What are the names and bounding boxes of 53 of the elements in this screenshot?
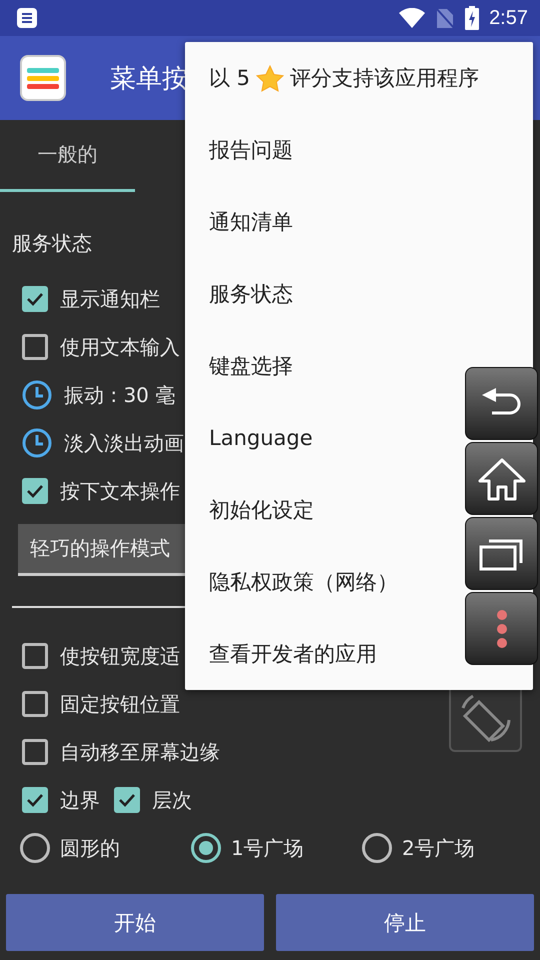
app-title: 菜单按 (110, 62, 188, 96)
checkbox[interactable] (22, 643, 48, 669)
menu-item[interactable]: 报告问题 (185, 114, 293, 186)
option-label: 使用文本输入 (60, 334, 180, 360)
checkbox[interactable] (22, 286, 48, 312)
menu-item[interactable]: Language (185, 402, 313, 474)
option-label: 显示通知栏 (60, 286, 160, 312)
option-label: 边界 (60, 786, 100, 814)
option-label: 使按钮宽度适 (60, 642, 180, 670)
menu-item[interactable]: 服务状态 (185, 258, 293, 330)
more-icon (496, 608, 508, 648)
action-button[interactable]: 停止 (276, 894, 534, 951)
notification-icon (16, 7, 38, 29)
checkbox[interactable] (22, 787, 48, 813)
windows-icon (478, 536, 524, 570)
checkbox[interactable] (22, 691, 48, 717)
option-label: 自动移至屏幕边缘 (60, 738, 220, 766)
checkbox[interactable] (22, 478, 48, 504)
action-button[interactable]: 开始 (6, 894, 264, 951)
tab[interactable]: 一般的 (0, 120, 135, 192)
radio-button[interactable] (20, 833, 50, 863)
home-icon (476, 456, 526, 500)
option-label: 圆形的 (60, 834, 120, 862)
clock-icon[interactable] (22, 380, 52, 410)
no-sim-icon (435, 7, 456, 29)
option-label: 2号广场 (402, 834, 475, 862)
wifi-icon (399, 8, 426, 28)
option-label: 按下文本操作 (60, 478, 180, 504)
clock-icon[interactable] (22, 428, 52, 458)
floating-button[interactable] (465, 367, 538, 440)
option-label: 淡入淡出动画 (64, 430, 184, 456)
floating-button[interactable] (465, 442, 538, 515)
menu-item[interactable]: 查看开发者的应用 (185, 618, 377, 690)
menu-item[interactable]: 通知清单 (185, 186, 293, 258)
section-title: 服务状态 (12, 230, 92, 257)
checkbox[interactable] (22, 334, 48, 360)
checkbox[interactable] (22, 739, 48, 765)
floating-button[interactable] (465, 592, 538, 665)
option-label: 振动 : 30 毫 (64, 382, 176, 408)
option-label: 固定按钮位置 (60, 690, 180, 718)
floating-button[interactable] (465, 517, 538, 590)
app-logo-icon (20, 55, 66, 101)
option-label: 1号广场 (231, 834, 304, 862)
radio-button[interactable] (362, 833, 392, 863)
battery-icon (465, 6, 480, 30)
star-icon (256, 64, 284, 92)
option-label: 层次 (152, 786, 192, 814)
rotate-button[interactable] (449, 690, 522, 752)
checkbox[interactable] (114, 787, 140, 813)
menu-item[interactable]: 键盘选择 (185, 330, 293, 402)
clock-time: 2:57 (489, 6, 528, 30)
menu-item[interactable]: 以 5 评分支持该应用程序 (185, 42, 480, 114)
radio-button[interactable] (191, 833, 221, 863)
